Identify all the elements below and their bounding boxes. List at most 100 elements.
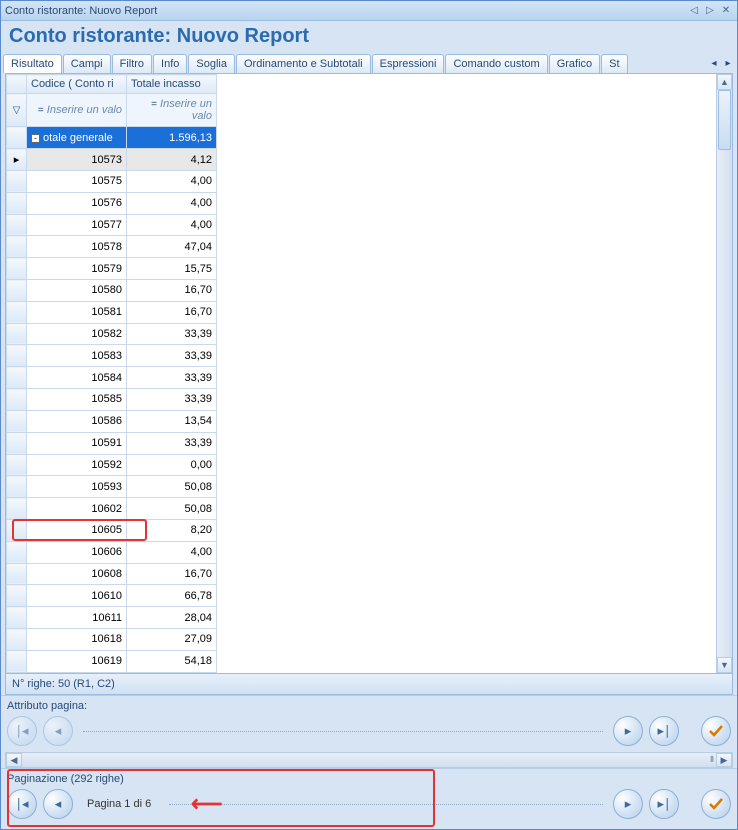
cell-code[interactable]: 10605 xyxy=(27,519,127,541)
table-row[interactable]: 1058533,39 xyxy=(7,389,217,411)
page-last-button[interactable]: ▸∣ xyxy=(649,789,679,819)
cell-total[interactable]: 28,04 xyxy=(127,607,217,629)
cell-code[interactable]: 10602 xyxy=(27,498,127,520)
tab-soglia[interactable]: Soglia xyxy=(188,54,235,73)
cell-code[interactable]: 10619 xyxy=(27,650,127,672)
filter-icon-cell[interactable]: ▽ xyxy=(7,94,27,127)
cell-total[interactable]: 27,09 xyxy=(127,629,217,651)
cell-total[interactable]: 50,08 xyxy=(127,498,217,520)
tab-ordinamento-e-subtotali[interactable]: Ordinamento e Subtotali xyxy=(236,54,371,73)
tab-st[interactable]: St xyxy=(601,54,627,73)
cell-total[interactable]: 4,00 xyxy=(127,214,217,236)
hscroll-right-icon[interactable]: ▶ xyxy=(716,753,732,767)
table-row[interactable]: 1058433,39 xyxy=(7,367,217,389)
page-prev-button[interactable]: ◂ xyxy=(43,789,73,819)
vertical-scrollbar[interactable]: ▲ ▼ xyxy=(716,74,732,673)
table-row[interactable]: 1057847,04 xyxy=(7,236,217,258)
cell-total[interactable]: 4,12 xyxy=(127,149,217,171)
window-prev-icon[interactable]: ◁ xyxy=(687,5,701,16)
hscroll-left-icon[interactable]: ◀ xyxy=(6,753,22,767)
cell-code[interactable]: 10583 xyxy=(27,345,127,367)
cell-total[interactable]: 66,78 xyxy=(127,585,217,607)
cell-total[interactable]: 4,00 xyxy=(127,170,217,192)
cell-code[interactable]: 10606 xyxy=(27,541,127,563)
attr-next-button[interactable]: ▸ xyxy=(613,716,643,746)
cell-total[interactable]: 50,08 xyxy=(127,476,217,498)
tab-scroll-left-icon[interactable]: ◂ xyxy=(707,55,721,73)
horizontal-scrollbar[interactable]: ◀ ⦀ ▶ xyxy=(5,752,733,768)
filter-total-input[interactable]: = Inserire un valo xyxy=(127,94,217,127)
cell-total[interactable]: 16,70 xyxy=(127,563,217,585)
collapse-icon[interactable]: - xyxy=(31,134,40,143)
table-row[interactable]: 1061954,18 xyxy=(7,650,217,672)
cell-code[interactable]: 10575 xyxy=(27,170,127,192)
table-row[interactable]: 106058,20 xyxy=(7,519,217,541)
results-grid[interactable]: Codice ( Conto ri Totale incasso ▽= Inse… xyxy=(6,74,217,673)
cell-total[interactable]: 13,54 xyxy=(127,410,217,432)
total-row-label[interactable]: -otale generale xyxy=(27,127,127,149)
cell-code[interactable]: 10580 xyxy=(27,280,127,302)
cell-code[interactable]: 10576 xyxy=(27,192,127,214)
table-row[interactable]: 1058233,39 xyxy=(7,323,217,345)
cell-total[interactable]: 47,04 xyxy=(127,236,217,258)
tab-risultato[interactable]: Risultato xyxy=(3,54,62,73)
cell-total[interactable]: 33,39 xyxy=(127,432,217,454)
table-row[interactable]: 106064,00 xyxy=(7,541,217,563)
cell-code[interactable]: 10581 xyxy=(27,301,127,323)
cell-code[interactable]: 10586 xyxy=(27,410,127,432)
tab-comando-custom[interactable]: Comando custom xyxy=(445,54,547,73)
page-next-button[interactable]: ▸ xyxy=(613,789,643,819)
table-row[interactable]: 105774,00 xyxy=(7,214,217,236)
attr-last-button[interactable]: ▸∣ xyxy=(649,716,679,746)
table-row[interactable]: 1061827,09 xyxy=(7,629,217,651)
cell-total[interactable]: 0,00 xyxy=(127,454,217,476)
tab-filtro[interactable]: Filtro xyxy=(112,54,152,73)
scroll-thumb[interactable] xyxy=(718,90,731,150)
page-confirm-button[interactable] xyxy=(701,789,731,819)
table-row[interactable]: 1061128,04 xyxy=(7,607,217,629)
cell-code[interactable]: 10577 xyxy=(27,214,127,236)
cell-code[interactable]: 10579 xyxy=(27,258,127,280)
attr-first-button[interactable]: ∣◂ xyxy=(7,716,37,746)
tab-grafico[interactable]: Grafico xyxy=(549,54,600,73)
table-row[interactable]: 1059133,39 xyxy=(7,432,217,454)
cell-total[interactable]: 16,70 xyxy=(127,280,217,302)
filter-code-input[interactable]: = Inserire un valo xyxy=(27,94,127,127)
cell-total[interactable]: 54,18 xyxy=(127,650,217,672)
window-next-icon[interactable]: ▷ xyxy=(703,5,717,16)
table-row[interactable]: 1058016,70 xyxy=(7,280,217,302)
table-row[interactable]: 1058333,39 xyxy=(7,345,217,367)
table-row[interactable]: 1060816,70 xyxy=(7,563,217,585)
cell-total[interactable]: 4,00 xyxy=(127,192,217,214)
attr-prev-button[interactable]: ◂ xyxy=(43,716,73,746)
cell-total[interactable]: 15,75 xyxy=(127,258,217,280)
cell-total[interactable]: 8,20 xyxy=(127,519,217,541)
hscroll-track[interactable] xyxy=(22,753,708,767)
table-row[interactable]: 1061066,78 xyxy=(7,585,217,607)
scroll-up-icon[interactable]: ▲ xyxy=(717,74,732,90)
scroll-down-icon[interactable]: ▼ xyxy=(717,657,732,673)
cell-code[interactable]: 10591 xyxy=(27,432,127,454)
cell-total[interactable]: 4,00 xyxy=(127,541,217,563)
table-row[interactable]: 105754,00 xyxy=(7,170,217,192)
cell-code[interactable]: 10611 xyxy=(27,607,127,629)
tab-scroll-right-icon[interactable]: ▸ xyxy=(721,55,735,73)
cell-total[interactable]: 16,70 xyxy=(127,301,217,323)
cell-code[interactable]: 10584 xyxy=(27,367,127,389)
cell-code[interactable]: 10618 xyxy=(27,629,127,651)
table-row[interactable]: 1059350,08 xyxy=(7,476,217,498)
cell-code[interactable]: 10610 xyxy=(27,585,127,607)
column-header-total[interactable]: Totale incasso xyxy=(127,75,217,94)
tab-campi[interactable]: Campi xyxy=(63,54,111,73)
cell-code[interactable]: 10608 xyxy=(27,563,127,585)
scroll-track[interactable] xyxy=(717,90,732,657)
cell-code[interactable]: 10592 xyxy=(27,454,127,476)
cell-code[interactable]: 10593 xyxy=(27,476,127,498)
table-row[interactable]: 1060250,08 xyxy=(7,498,217,520)
tab-espressioni[interactable]: Espressioni xyxy=(372,54,445,73)
attr-confirm-button[interactable] xyxy=(701,716,731,746)
table-row[interactable]: 1057915,75 xyxy=(7,258,217,280)
cell-total[interactable]: 33,39 xyxy=(127,367,217,389)
cell-total[interactable]: 33,39 xyxy=(127,389,217,411)
cell-code[interactable]: 10573 xyxy=(27,149,127,171)
